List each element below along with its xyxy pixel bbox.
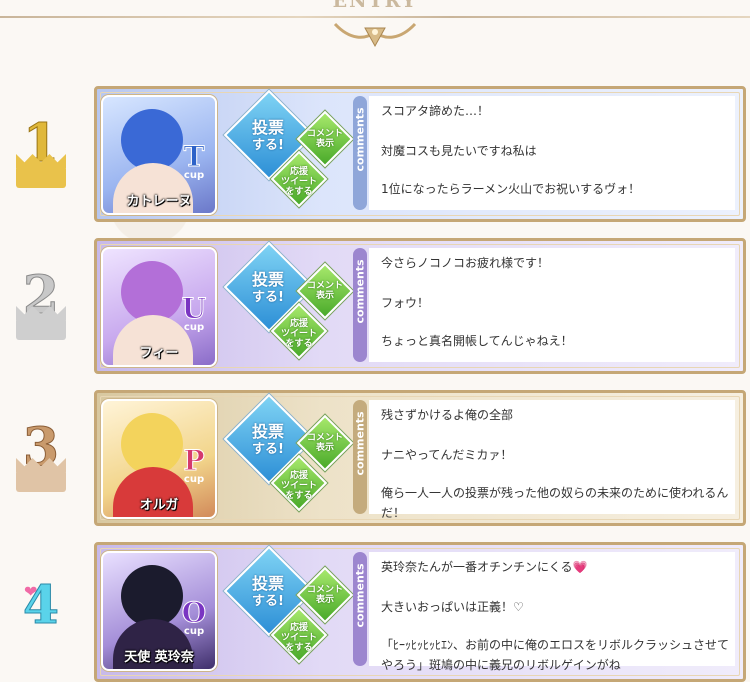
character-portrait[interactable]: U cup フィー bbox=[101, 247, 217, 367]
comment-line: 対魔コスも見たいですね私は bbox=[381, 144, 537, 158]
rank-badge-1: 1 bbox=[10, 115, 72, 188]
comments-label: comments bbox=[354, 259, 367, 323]
comments-label: comments bbox=[354, 563, 367, 627]
character-name: オルガ bbox=[139, 498, 179, 513]
comment-line: 俺ら一人一人の投票が残った他の奴らの未来のために使われるんだ！ bbox=[381, 486, 729, 520]
entry-card-2: U cup フィー 投票 する! コメント 表示 応援 ツイート をする com… bbox=[94, 238, 746, 374]
show-comments-label: コメント 表示 bbox=[306, 129, 343, 149]
comment-line: 大きいおっぱいは正義！♡ bbox=[381, 600, 524, 614]
tweet-support-label: 応援 ツイート をする bbox=[280, 319, 317, 349]
character-hair bbox=[121, 565, 183, 627]
character-portrait[interactable]: T cup カトレーヌ bbox=[101, 95, 217, 215]
entry-card-4: O cup 天使 英玲奈 投票 する! コメント 表示 応援 ツイート をする … bbox=[94, 542, 746, 682]
cup-size-badge: O cup bbox=[181, 596, 207, 637]
rank-badge-4: ❤ 4 bbox=[10, 575, 72, 650]
tweet-support-label: 応援 ツイート をする bbox=[280, 623, 317, 653]
show-comments-label: コメント 表示 bbox=[306, 585, 343, 605]
entry-card-3: P cup オルガ 投票 する! コメント 表示 応援 ツイート をする com… bbox=[94, 390, 746, 526]
vote-button-label: 投票 する! bbox=[251, 270, 284, 306]
cup-word: cup bbox=[183, 474, 205, 485]
cup-letter: U bbox=[181, 292, 207, 325]
comment-line: フォウ！ bbox=[381, 296, 430, 310]
cup-size-badge: P cup bbox=[181, 444, 207, 485]
ornament-icon bbox=[333, 22, 417, 48]
crown-icon bbox=[16, 470, 66, 492]
vote-button-label: 投票 する! bbox=[251, 118, 284, 154]
crown-icon bbox=[16, 318, 66, 340]
comment-line: 1位になったらラーメン火山でお祝いするヴォ！ bbox=[381, 182, 641, 196]
comment-line: ナニやってんだミカァ！ bbox=[381, 448, 513, 462]
cup-size-badge: T cup bbox=[181, 140, 207, 181]
character-hair bbox=[121, 109, 183, 171]
comments-label: comments bbox=[354, 107, 367, 171]
rank-number: 4 bbox=[22, 575, 60, 636]
character-name: 天使 英玲奈 bbox=[124, 650, 194, 665]
comment-line: 英玲奈たんが一番オチンチンにくる💗 bbox=[381, 560, 588, 574]
cup-letter: T bbox=[183, 140, 205, 173]
comment-line: ちょっと真名開帳してんじゃねえ！ bbox=[381, 334, 573, 348]
cup-size-badge: U cup bbox=[181, 292, 207, 333]
vote-button-label: 投票 する! bbox=[251, 422, 284, 458]
vote-button-label: 投票 する! bbox=[251, 574, 284, 610]
crown-icon bbox=[16, 166, 66, 188]
cup-word: cup bbox=[183, 626, 205, 637]
entry-header: ENTRY bbox=[0, 0, 750, 50]
character-portrait[interactable]: P cup オルガ bbox=[101, 399, 217, 519]
comment-line: スコアタ諦めた…！ bbox=[381, 104, 490, 118]
character-portrait[interactable]: O cup 天使 英玲奈 bbox=[101, 551, 217, 671]
comment-line: 今さらノコノコお疲れ様です！ bbox=[381, 256, 550, 270]
show-comments-label: コメント 表示 bbox=[306, 433, 343, 453]
character-hair bbox=[121, 413, 183, 475]
character-name: カトレーヌ bbox=[126, 194, 192, 209]
show-comments-label: コメント 表示 bbox=[306, 281, 343, 301]
cup-word: cup bbox=[183, 170, 205, 181]
character-hair bbox=[121, 261, 183, 323]
comment-line: 「ﾋｰｯﾋｯﾋｯﾋｴﾝ、お前の中に俺のエロスをリボルクラッシュさせてやろう」斑鳩… bbox=[381, 638, 730, 672]
tweet-support-label: 応援 ツイート をする bbox=[280, 167, 317, 197]
comment-line: 残さずかけるよ俺の全部 bbox=[381, 408, 514, 422]
rank-badge-3: 3 bbox=[10, 419, 72, 492]
comments-label: comments bbox=[354, 411, 367, 475]
cup-letter: O bbox=[181, 596, 207, 629]
cup-word: cup bbox=[183, 322, 205, 333]
entry-card-1: T cup カトレーヌ 投票 する! コメント 表示 応援 ツイート をする c… bbox=[94, 86, 746, 222]
cup-letter: P bbox=[183, 444, 205, 477]
tweet-support-label: 応援 ツイート をする bbox=[280, 471, 317, 501]
character-name: フィー bbox=[139, 346, 179, 361]
rank-badge-2: 2 bbox=[10, 267, 72, 340]
